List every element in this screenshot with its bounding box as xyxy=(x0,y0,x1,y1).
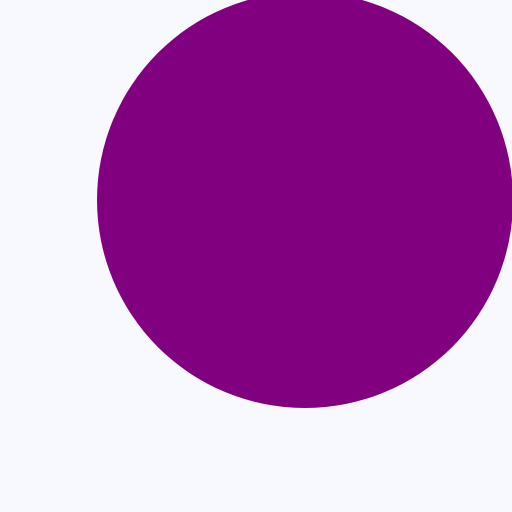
purple-circle xyxy=(97,0,512,408)
scene-svg xyxy=(0,0,512,512)
canvas xyxy=(0,0,512,512)
